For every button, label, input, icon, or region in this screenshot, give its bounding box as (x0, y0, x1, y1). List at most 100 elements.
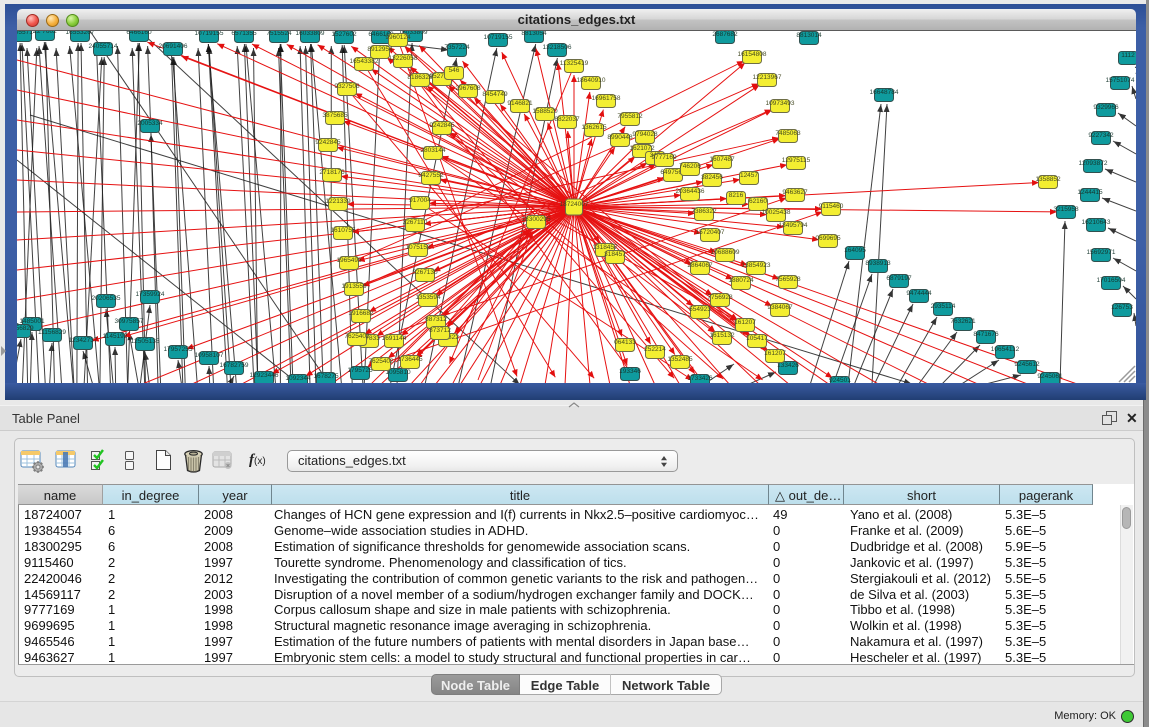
svg-text:13226058: 13226058 (389, 55, 418, 62)
svg-text:17016504: 17016504 (1097, 277, 1126, 284)
svg-text:9242845: 9242845 (315, 139, 341, 146)
svg-text:7955812: 7955812 (617, 113, 643, 120)
svg-text:2687682: 2687682 (712, 31, 738, 38)
svg-text:2864067: 2864067 (687, 262, 713, 269)
svg-text:12213967: 12213967 (753, 74, 782, 81)
svg-text:16553267: 16553267 (66, 31, 95, 36)
svg-text:9242845: 9242845 (429, 122, 455, 129)
svg-text:2935114: 2935114 (931, 303, 956, 310)
svg-text:7625402: 7625402 (344, 333, 370, 340)
svg-text:9245061: 9245061 (1037, 373, 1063, 380)
svg-text:20364436: 20364436 (676, 188, 705, 195)
svg-text:62160: 62160 (749, 198, 767, 205)
svg-text:252214: 252214 (644, 346, 666, 353)
svg-text:11325419: 11325419 (560, 60, 589, 67)
svg-text:3215958: 3215958 (1053, 206, 1079, 213)
svg-text:1678275: 1678275 (313, 373, 339, 380)
svg-text:18724007: 18724007 (560, 201, 589, 208)
svg-text:30975857: 30975857 (115, 318, 144, 325)
svg-text:16154808: 16154808 (738, 51, 767, 58)
svg-text:9146821: 9146821 (507, 100, 533, 107)
svg-text:1353594: 1353594 (415, 294, 441, 301)
svg-text:16543382: 16543382 (350, 58, 379, 65)
svg-text:9794028: 9794028 (632, 131, 658, 138)
svg-text:20691406: 20691406 (159, 43, 188, 50)
svg-text:8813014: 8813014 (796, 32, 822, 39)
svg-text:13854923: 13854923 (742, 262, 771, 269)
svg-text:7632621: 7632621 (950, 318, 976, 325)
svg-text:1733426: 1733426 (687, 375, 713, 382)
svg-text:1145192: 1145192 (103, 333, 128, 340)
svg-text:1615132: 1615132 (709, 332, 735, 339)
svg-text:7756928: 7756928 (707, 294, 733, 301)
svg-text:546: 546 (449, 67, 460, 74)
svg-text:8822037: 8822037 (554, 116, 580, 123)
svg-text:1092344: 1092344 (285, 375, 311, 382)
svg-text:318457: 318457 (604, 251, 626, 258)
svg-text:7357224: 7357224 (444, 44, 470, 51)
svg-text:9327508: 9327508 (334, 83, 360, 90)
svg-text:1244415: 1244415 (1077, 189, 1103, 196)
svg-text:873712: 873712 (429, 327, 451, 334)
svg-text:193346: 193346 (619, 368, 641, 375)
svg-text:6466160: 6466160 (126, 31, 152, 36)
svg-text:1607487: 1607487 (709, 156, 735, 163)
svg-text:1221339: 1221339 (325, 198, 351, 205)
svg-text:746206: 746206 (679, 163, 701, 170)
svg-text:15751074: 15751074 (1106, 77, 1135, 84)
svg-text:13218506: 13218506 (543, 44, 572, 51)
svg-text:7485063: 7485063 (775, 130, 801, 137)
svg-text:10958107: 10958107 (195, 352, 224, 359)
svg-text:10719155: 10719155 (195, 31, 224, 37)
svg-text:9777169: 9777169 (651, 154, 677, 161)
svg-text:164095: 164095 (844, 247, 866, 254)
svg-text:1691144: 1691144 (382, 335, 407, 342)
svg-text:8938913: 8938913 (865, 260, 891, 267)
svg-text:2803144: 2803144 (420, 147, 446, 154)
svg-text:9245612: 9245612 (1014, 361, 1040, 368)
svg-text:3267110: 3267110 (403, 219, 428, 226)
svg-text:13495794: 13495794 (779, 222, 808, 229)
svg-text:16782759: 16782759 (220, 362, 249, 369)
svg-text:12975115: 12975115 (782, 157, 811, 164)
svg-text:8427552: 8427552 (418, 172, 444, 179)
svg-text:887312: 887312 (425, 316, 447, 323)
svg-text:1795725: 1795725 (347, 367, 373, 374)
svg-text:16961758: 16961758 (592, 95, 621, 102)
svg-text:10973493: 10973493 (766, 100, 795, 107)
svg-text:16033809: 16033809 (296, 31, 325, 37)
svg-text:7515524: 7515524 (266, 31, 292, 37)
svg-text:1318457: 1318457 (592, 244, 618, 251)
svg-text:1588520: 1588520 (532, 108, 558, 115)
svg-text:1352485: 1352485 (667, 356, 693, 363)
svg-text:3875685: 3875685 (322, 112, 348, 119)
svg-text:1358852: 1358852 (1035, 176, 1061, 183)
svg-text:10654112: 10654112 (991, 346, 1020, 353)
svg-text:1527602: 1527602 (331, 31, 357, 38)
svg-text:8813054: 8813054 (521, 31, 547, 37)
svg-text:8912954: 8912954 (367, 46, 393, 53)
svg-text:12 7602: 12 7602 (33, 31, 57, 35)
svg-text:18640910: 18640910 (577, 77, 606, 84)
svg-text:12457: 12457 (740, 172, 758, 179)
svg-text:1485001: 1485001 (19, 318, 45, 325)
svg-text:10719155: 10719155 (484, 34, 513, 41)
svg-text:133426: 133426 (777, 362, 799, 369)
svg-text:12923446: 12923446 (250, 372, 279, 379)
svg-text:15720407: 15720407 (696, 229, 725, 236)
svg-text:12093872: 12093872 (1079, 160, 1108, 167)
svg-text:917004: 917004 (409, 197, 431, 204)
svg-text:6571355: 6571355 (231, 31, 257, 37)
svg-text:9474444: 9474444 (906, 290, 932, 297)
svg-text:24055714: 24055714 (89, 43, 118, 50)
svg-text:20206535: 20206535 (92, 295, 121, 302)
svg-text:12342737: 12342737 (69, 337, 98, 344)
svg-text:9960124: 9960124 (385, 34, 411, 41)
svg-text:11156829: 11156829 (38, 329, 66, 336)
svg-text:8454749: 8454749 (482, 91, 508, 98)
svg-text:126753: 126753 (1111, 304, 1133, 311)
svg-text:16648784: 16648784 (870, 89, 899, 96)
svg-text:1362615: 1362615 (581, 124, 607, 131)
svg-text:9384067: 9384067 (767, 304, 793, 311)
svg-text:064133: 064133 (614, 339, 636, 346)
